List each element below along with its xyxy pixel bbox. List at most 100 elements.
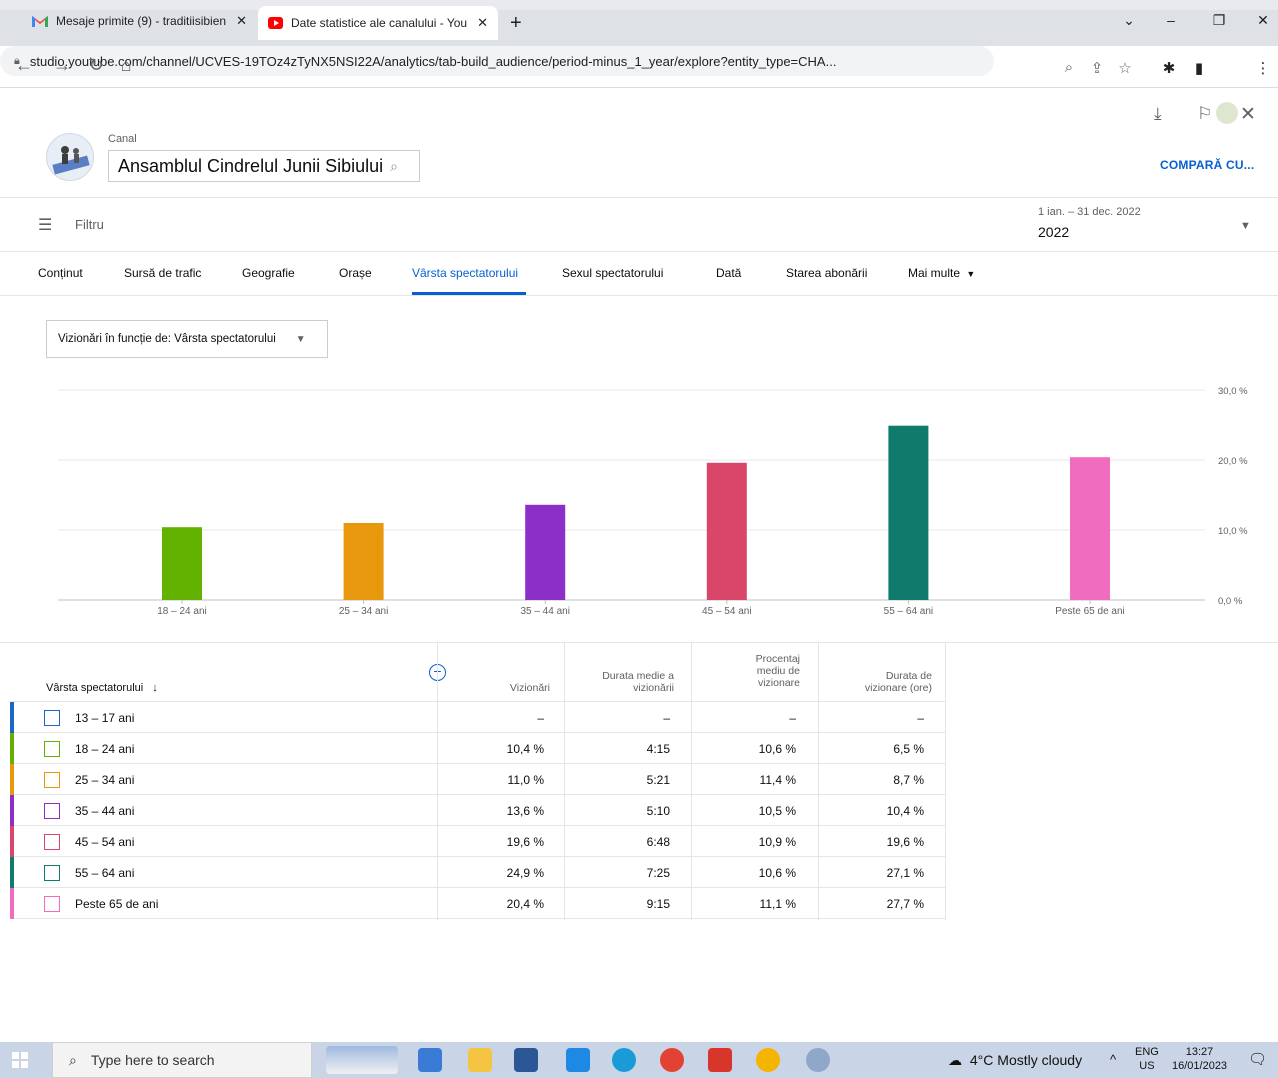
tab-subscription-status[interactable]: Starea abonării [786, 266, 867, 280]
menu-kebab-icon[interactable]: ⋮ [1252, 59, 1274, 77]
filter-icon[interactable]: ☰ [38, 215, 52, 235]
calculator-app-icon[interactable] [418, 1048, 442, 1072]
dropdown-caret-icon[interactable]: ▼ [1240, 220, 1251, 232]
filter-input[interactable]: Filtru [75, 217, 104, 232]
lang-code: ENG [1135, 1046, 1159, 1058]
browser-tab-gmail[interactable]: Mesaje primite (9) - traditiisibien ✕ [22, 6, 257, 36]
cell-avg-duration: 7:25 [646, 866, 670, 880]
word-app-icon[interactable] [514, 1048, 538, 1072]
row-checkbox[interactable] [44, 865, 60, 881]
tab-title: Date statistice ale canalului - You [290, 16, 468, 30]
row-checkbox[interactable] [44, 710, 60, 726]
cell-avg-duration: 4:15 [646, 742, 670, 756]
tab-geography[interactable]: Geografie [242, 266, 295, 280]
row-checkbox[interactable] [44, 834, 60, 850]
minimize-icon[interactable]: – [1156, 12, 1186, 28]
restore-icon[interactable]: ❐ [1204, 12, 1234, 29]
system-tray-chevron-icon[interactable]: ^ [1110, 1052, 1116, 1067]
tab-more[interactable]: Mai multe ▼ [908, 266, 975, 280]
table-row[interactable]: 18 – 24 ani 10,4 % 4:15 10,6 % 6,5 % [10, 733, 946, 764]
bar[interactable] [706, 462, 747, 600]
bar[interactable] [1070, 457, 1110, 600]
metric-dropdown[interactable]: Vizionări în funcție de: Vârsta spectato… [46, 320, 328, 358]
windows-start-icon[interactable] [12, 1052, 28, 1068]
taskbar-clock[interactable]: 13:27 16/01/2023 [1172, 1045, 1227, 1073]
divider [0, 251, 1278, 252]
chrome-profile-icon[interactable] [756, 1048, 780, 1072]
mail-app-icon[interactable] [566, 1048, 590, 1072]
column-header-age[interactable]: Vârsta spectatorului ↓ [46, 682, 158, 694]
row-checkbox[interactable] [44, 803, 60, 819]
tab-viewer-age[interactable]: Vârsta spectatorului [412, 266, 518, 280]
row-checkbox[interactable] [44, 896, 60, 912]
taskbar-search-input[interactable]: ⌕ Type here to search [52, 1042, 312, 1078]
bar[interactable] [343, 523, 384, 600]
zoom-icon[interactable]: ⌕ [1058, 59, 1080, 76]
close-icon[interactable]: ✕ [1240, 103, 1256, 126]
language-indicator[interactable]: ENG US [1135, 1045, 1159, 1073]
bar[interactable] [525, 504, 566, 600]
tab-cities[interactable]: Orașe [339, 266, 372, 280]
file-explorer-icon[interactable] [468, 1048, 492, 1072]
profile-avatar[interactable] [1216, 102, 1238, 124]
feedback-icon[interactable]: ⚐ [1197, 104, 1212, 124]
bar[interactable] [888, 425, 929, 600]
home-icon[interactable]: ⌂ [114, 55, 138, 76]
side-panel-icon[interactable]: ▮ [1188, 59, 1210, 77]
column-header-avg-percent[interactable]: Procentaj mediu de vizionare [710, 653, 800, 689]
download-icon[interactable]: ⤓ [1154, 104, 1162, 124]
new-tab-icon[interactable]: + [510, 12, 522, 35]
channel-selector[interactable]: Ansamblul Cindrelul Junii Sibiului ⌕ [108, 150, 420, 182]
dropdown-caret-icon: ▼ [966, 269, 976, 279]
reload-icon[interactable]: ↻ [84, 55, 108, 76]
row-checkbox[interactable] [44, 741, 60, 757]
channel-label: Canal [108, 133, 137, 145]
column-header-views[interactable]: Vizionări [480, 682, 550, 694]
clock-date: 16/01/2023 [1172, 1060, 1228, 1072]
table-row[interactable]: 25 – 34 ani 11,0 % 5:21 11,4 % 8,7 % [10, 764, 946, 795]
browser-tab-youtube-studio[interactable]: Date statistice ale canalului - You ✕ [258, 6, 498, 40]
close-icon[interactable]: ✕ [236, 13, 247, 29]
header-line: vizionare [757, 677, 800, 689]
edge-browser-icon[interactable] [612, 1048, 636, 1072]
close-icon[interactable]: ✕ [477, 15, 488, 31]
share-icon[interactable]: ⇪ [1086, 59, 1108, 77]
table-row[interactable]: 55 – 64 ani 24,9 % 7:25 10,6 % 27,1 % [10, 857, 946, 888]
table-row[interactable]: 35 – 44 ani 13,6 % 5:10 10,5 % 10,4 % [10, 795, 946, 826]
column-divider [818, 643, 819, 920]
column-header-avg-duration[interactable]: Durata medie a vizionării [566, 670, 674, 694]
column-header-watch-time[interactable]: Durata de vizionare (ore) [832, 670, 932, 694]
news-widget-icon[interactable] [326, 1046, 398, 1074]
back-icon[interactable]: ← [12, 55, 36, 76]
compare-button[interactable]: COMPARĂ CU... [1160, 158, 1254, 172]
row-checkbox[interactable] [44, 772, 60, 788]
tab-content[interactable]: Conținut [38, 266, 83, 280]
chrome-browser-icon[interactable] [660, 1048, 684, 1072]
column-divider [945, 643, 946, 920]
tab-viewer-gender[interactable]: Sexul spectatorului [562, 266, 663, 280]
cell-watch-time: – [917, 711, 924, 725]
forward-icon[interactable]: → [50, 55, 74, 76]
channel-avatar [46, 133, 94, 181]
header-line: Durata de [885, 670, 932, 682]
table-row[interactable]: 13 – 17 ani – – – – [10, 702, 946, 733]
paint-app-icon[interactable] [806, 1048, 830, 1072]
cell-avg-percent: 11,1 % [759, 897, 796, 911]
window-close-icon[interactable]: ✕ [1248, 12, 1278, 29]
tab-date[interactable]: Dată [716, 266, 741, 280]
date-selector[interactable]: 2022 [1038, 224, 1069, 240]
series-color-stripe [10, 826, 14, 857]
extensions-icon[interactable]: ✱ [1158, 59, 1180, 77]
tab-search-icon[interactable]: ⌄ [1114, 12, 1144, 29]
url-input[interactable]: 🔒︎ studio.youtube.com/channel/UCVES-19TO… [0, 46, 994, 76]
table-row[interactable]: 45 – 54 ani 19,6 % 6:48 10,9 % 19,6 % [10, 826, 946, 857]
row-age-label: 45 – 54 ani [75, 835, 135, 849]
weather-widget[interactable]: ☁ 4°C Mostly cloudy [948, 1052, 1082, 1069]
acrobat-app-icon[interactable] [708, 1048, 732, 1072]
address-bar-row: ← → ↻ ⌂ 🔒︎ studio.youtube.com/channel/UC… [0, 46, 1278, 124]
tab-traffic-source[interactable]: Sursă de trafic [124, 266, 201, 280]
bookmark-star-icon[interactable]: ☆ [1114, 59, 1136, 77]
table-row[interactable]: Peste 65 de ani 20,4 % 9:15 11,1 % 27,7 % [10, 888, 946, 919]
bar[interactable] [162, 527, 202, 600]
notifications-icon[interactable]: 🗨︎ [1248, 1050, 1267, 1068]
